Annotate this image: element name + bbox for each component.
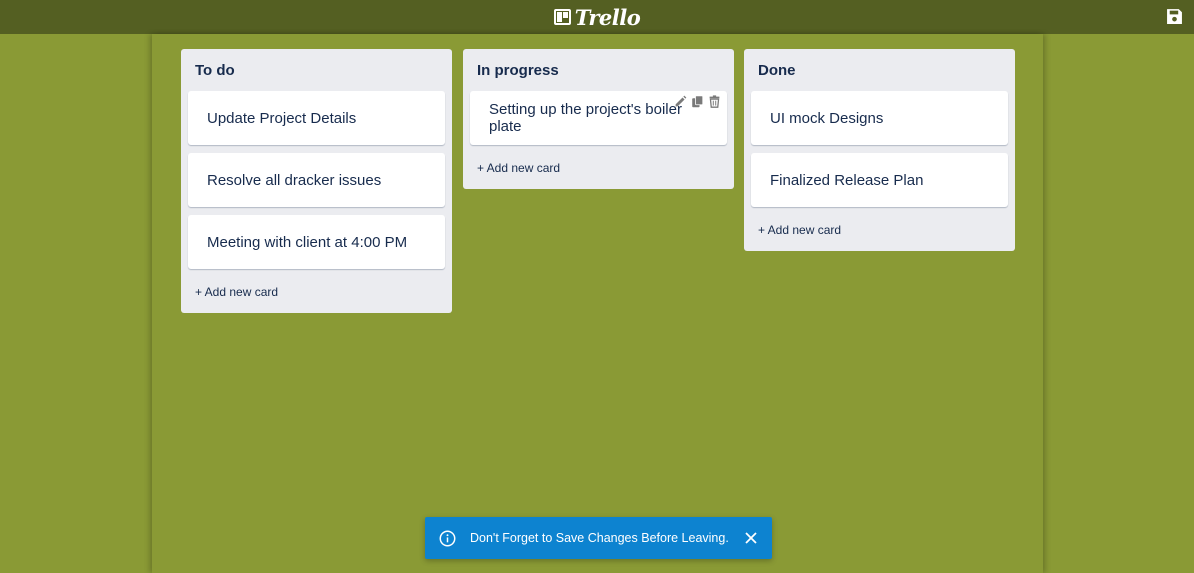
card-text: Finalized Release Plan	[770, 171, 924, 189]
list-title: In progress	[477, 62, 559, 79]
floppy-disk-icon	[1166, 8, 1182, 24]
card[interactable]: Resolve all dracker issues	[188, 153, 445, 207]
card-text: UI mock Designs	[770, 109, 884, 127]
toast-message: Don't Forget to Save Changes Before Leav…	[470, 531, 729, 545]
card[interactable]: Meeting with client at 4:00 PM	[188, 215, 445, 269]
add-card-button[interactable]: + Add new card	[470, 153, 727, 181]
info-icon	[439, 530, 456, 547]
card[interactable]: Setting up the project's boiler plate	[470, 91, 727, 145]
list-in-progress: In progress Setting up the project's boi…	[463, 49, 734, 189]
card-text: Update Project Details	[207, 109, 357, 127]
save-button[interactable]	[1165, 7, 1183, 25]
copy-icon	[692, 95, 704, 108]
list-to-do: To do Update Project Details Resolve all…	[181, 49, 452, 313]
board: To do Update Project Details Resolve all…	[152, 34, 1043, 573]
card-actions	[674, 95, 721, 108]
card[interactable]: UI mock Designs	[751, 91, 1008, 145]
list-title: Done	[758, 62, 796, 79]
trello-logo[interactable]: Trello	[553, 4, 641, 30]
trash-icon	[709, 95, 720, 108]
logo-text: Trello	[574, 4, 641, 30]
close-icon	[745, 532, 757, 544]
delete-card-button[interactable]	[708, 95, 721, 108]
add-card-button[interactable]: + Add new card	[751, 215, 1008, 243]
card-text: Resolve all dracker issues	[207, 171, 382, 189]
trello-board-icon	[553, 9, 571, 25]
list-title: To do	[195, 62, 235, 79]
card[interactable]: Finalized Release Plan	[751, 153, 1008, 207]
edit-card-button[interactable]	[674, 95, 687, 108]
add-card-button[interactable]: + Add new card	[188, 277, 445, 305]
pencil-icon	[675, 95, 687, 107]
card[interactable]: Update Project Details	[188, 91, 445, 145]
list-done: Done UI mock Designs Finalized Release P…	[744, 49, 1015, 251]
copy-card-button[interactable]	[691, 95, 704, 108]
top-bar: Trello	[0, 0, 1194, 34]
save-reminder-toast: Don't Forget to Save Changes Before Leav…	[425, 517, 772, 559]
close-toast-button[interactable]	[744, 531, 758, 545]
card-text: Meeting with client at 4:00 PM	[207, 233, 408, 251]
